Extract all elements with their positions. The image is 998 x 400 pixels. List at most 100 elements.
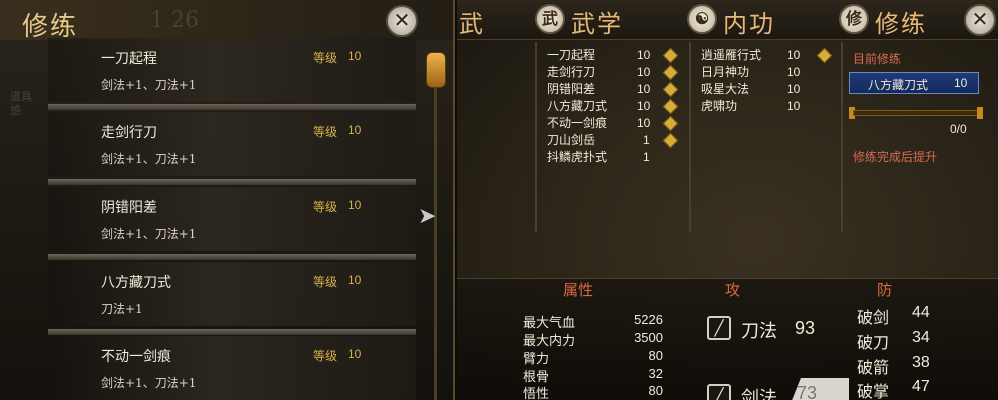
- defense-row: 破剑 44: [857, 304, 937, 327]
- skill-name: 日月神功: [701, 65, 750, 79]
- skill-level: 10: [787, 48, 801, 62]
- attribute-value: 32: [648, 366, 663, 381]
- diamond-icon: [816, 47, 833, 64]
- skill-level: 10: [637, 82, 651, 96]
- list-item[interactable]: 走剑行刀 等级 10 剑法+1、刀法+1: [48, 112, 416, 176]
- skill-name: 吸星大法: [701, 82, 750, 96]
- attribute-row: 最大内力 3500: [523, 330, 663, 349]
- close-button[interactable]: ✕: [386, 5, 418, 37]
- list-item[interactable]: 一刀起程 等级 10 剑法+1、刀法+1: [48, 38, 416, 102]
- skill-level: 10: [348, 273, 362, 287]
- list-item[interactable]: 不动一剑痕 等级 10 剑法+1、刀法+1: [48, 336, 416, 400]
- list-item[interactable]: 一刀起程 10: [547, 47, 687, 64]
- list-item[interactable]: 日月神功 10: [701, 64, 841, 81]
- attack-title: 攻: [725, 281, 741, 299]
- skill-level: 10: [787, 65, 801, 79]
- skill-level: 10: [348, 198, 362, 212]
- skill-name: 阴错阳差: [547, 82, 596, 96]
- attribute-value: 80: [648, 383, 663, 398]
- close-button[interactable]: ✕: [964, 4, 996, 36]
- list-item[interactable]: 刀山剑岳 1: [547, 132, 687, 149]
- defense-name: 破剑: [857, 308, 890, 327]
- clipped-tab-label: 武: [459, 10, 483, 38]
- skill-name: 走剑行刀: [101, 125, 157, 141]
- defense-value: 47: [912, 378, 930, 395]
- diamond-icon: [662, 115, 679, 132]
- list-item[interactable]: 抖鳞虎扑式 1: [547, 149, 687, 166]
- level-label: 等级: [313, 275, 338, 289]
- practice-list-panel: 道具感 修练 1 26 ✕ 一刀起程 等级 10 剑法+1、刀法+1 走剑行刀 …: [0, 0, 455, 400]
- diamond-icon: [662, 64, 679, 81]
- attack-value: 93: [795, 318, 816, 338]
- martial-arts-icon: 武: [535, 4, 565, 34]
- skill-level: 10: [637, 99, 651, 113]
- scrollbar-handle[interactable]: [426, 52, 446, 88]
- skill-name: 虎啸功: [701, 99, 738, 113]
- tab-xiulian[interactable]: 修 修练: [839, 4, 949, 38]
- defense-value: 44: [912, 304, 930, 321]
- skill-name: 逍遥雁行式: [701, 48, 762, 62]
- skill-name: 八方藏刀式: [547, 99, 608, 113]
- character-skill-panel: 武 武 武学 ☯ 内功 修 修练 ✕ 一刀起程 10 走剑行刀 10 阴错阳差: [457, 0, 998, 400]
- level-label: 等级: [313, 125, 338, 139]
- defense-value: 38: [912, 354, 930, 371]
- tab-wuxue[interactable]: 武 武学: [535, 4, 645, 38]
- blade-icon: ╱: [707, 316, 731, 340]
- attribute-row: 最大气血 5226: [523, 312, 663, 331]
- defense-name: 破掌: [857, 382, 890, 400]
- item-divider: [48, 329, 416, 335]
- skill-level: 10: [637, 65, 651, 79]
- attribute-value: 80: [648, 348, 663, 363]
- skill-desc: 刀法+1: [101, 302, 143, 316]
- skill-name: 一刀起程: [547, 48, 596, 62]
- sword-icon: ╱: [707, 384, 731, 400]
- attribute-row: 臂力 80: [523, 348, 663, 367]
- scrollbar-track[interactable]: [434, 68, 437, 400]
- tab-neigong[interactable]: ☯ 内功: [687, 4, 797, 38]
- skill-level: 10: [348, 347, 362, 361]
- level-label: 等级: [313, 51, 338, 65]
- skill-desc: 剑法+1、刀法+1: [101, 78, 197, 92]
- practice-icon: 修: [839, 4, 869, 34]
- left-header: 修练 1 26 ✕: [0, 0, 453, 42]
- practice-progress-bar: [853, 110, 979, 116]
- attribute-row: 根骨 32: [523, 366, 663, 385]
- ghost-number: 1 26: [150, 8, 199, 33]
- close-icon: ✕: [393, 8, 411, 32]
- skill-level: 1: [643, 150, 650, 164]
- item-divider: [48, 179, 416, 185]
- skill-level: 10: [637, 116, 651, 130]
- current-practice-slot[interactable]: 八方藏刀式 10: [849, 72, 979, 94]
- yin-yang-icon: ☯: [687, 4, 717, 34]
- defense-row: 破掌 47: [857, 378, 937, 400]
- background-text: 道具感: [10, 90, 32, 117]
- practice-note: 修练完成后提升: [853, 150, 938, 164]
- list-item[interactable]: 逍遥雁行式 10: [701, 47, 841, 64]
- attribute-name: 最大内力: [523, 334, 576, 349]
- skill-name: 抖鳞虎扑式: [547, 150, 608, 164]
- list-item[interactable]: 阴错阳差 等级 10 剑法+1、刀法+1: [48, 187, 416, 251]
- defense-title: 防: [877, 281, 893, 299]
- attack-name: 剑法: [741, 388, 777, 400]
- skill-level: 10: [787, 99, 801, 113]
- level-label: 等级: [313, 200, 338, 214]
- attribute-name: 臂力: [523, 352, 550, 367]
- tab-label: 内功: [723, 10, 775, 38]
- list-item[interactable]: 八方藏刀式 10: [547, 98, 687, 115]
- list-item[interactable]: 不动一剑痕 10: [547, 115, 687, 132]
- list-item[interactable]: 走剑行刀 10: [547, 64, 687, 81]
- skill-name: 阴错阳差: [101, 200, 157, 216]
- attribute-name: 悟性: [523, 387, 550, 400]
- level-label: 等级: [313, 349, 338, 363]
- skill-level: 1: [643, 133, 650, 147]
- skill-level: 10: [787, 82, 801, 96]
- skill-level: 10: [637, 48, 651, 62]
- column-divider: [841, 42, 843, 232]
- attribute-value: 5226: [634, 312, 663, 327]
- list-item[interactable]: 八方藏刀式 等级 10 刀法+1: [48, 262, 416, 326]
- list-item[interactable]: 吸星大法 10: [701, 81, 841, 98]
- list-item[interactable]: 虎啸功 10: [701, 98, 841, 115]
- list-item[interactable]: 阴错阳差 10: [547, 81, 687, 98]
- item-divider: [48, 104, 416, 110]
- skill-name: 八方藏刀式: [101, 275, 171, 291]
